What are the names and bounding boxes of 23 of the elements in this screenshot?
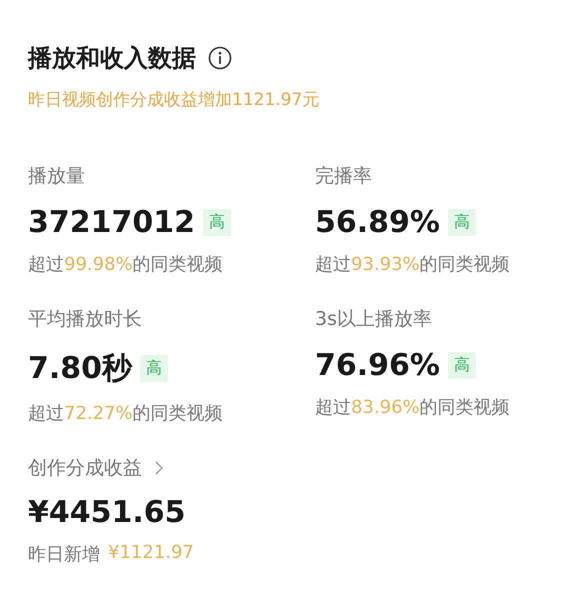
metric-value: 56.89% — [315, 205, 440, 240]
metric-value: 37217012 — [28, 205, 195, 240]
comparison-text: 超过93.93%的同类视频 — [315, 253, 511, 276]
earnings-notice: 昨日视频创作分成收益增加1121.97元 — [28, 89, 320, 111]
rating-tag: 高 — [140, 355, 168, 382]
yesterday-value: ¥1121.97 — [108, 542, 194, 565]
metric-label: 播放量 — [28, 164, 86, 189]
earnings-label[interactable]: 创作分成收益 — [28, 455, 142, 481]
comparison-text: 超过72.27%的同类视频 — [28, 402, 224, 425]
rating-tag: 高 — [448, 209, 476, 236]
comparison-text: 超过83.96%的同类视频 — [315, 396, 511, 419]
earnings-value: ¥4451.65 — [28, 495, 187, 530]
yesterday-label: 昨日新增 — [28, 543, 100, 566]
info-icon[interactable] — [208, 46, 232, 70]
metric-value: 7.80秒 — [28, 350, 132, 388]
metric-label: 完播率 — [315, 164, 373, 189]
rating-tag: 高 — [448, 352, 476, 379]
section-title: 播放和收入数据 — [28, 43, 196, 74]
metric-value: 76.96% — [315, 348, 440, 383]
rating-tag: 高 — [203, 209, 231, 236]
comparison-text: 超过99.98%的同类视频 — [28, 253, 224, 276]
metric-label: 平均播放时长 — [28, 307, 143, 332]
metric-label: 3s以上播放率 — [315, 307, 433, 332]
